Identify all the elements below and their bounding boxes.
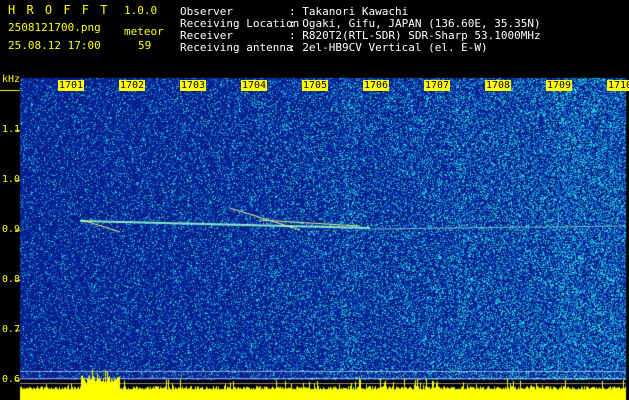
x-tick-label: 1710 (607, 80, 629, 91)
app-version: 1.0.0 (124, 4, 158, 17)
y-tick-label: 0.7 (2, 324, 21, 335)
app-title: H R O F F T (8, 3, 110, 17)
x-tick-label: 1707 (424, 80, 451, 91)
timestamp: 25.08.12 17:00 (8, 39, 101, 52)
counter-label: meteor (124, 25, 164, 38)
x-tick-label: 1701 (58, 80, 85, 91)
x-tick-label: 1709 (546, 80, 573, 91)
x-tick-label: 1704 (241, 80, 268, 91)
file-name: 2508121700.png (8, 21, 101, 34)
x-tick-label: 1702 (119, 80, 146, 91)
y-axis-unit-label: kHz (2, 74, 21, 85)
y-tick-label: 0.8 (2, 274, 21, 285)
y-tick-label: 1.0 (2, 174, 21, 185)
x-tick-label: 1705 (302, 80, 329, 91)
y-tick-label: 1.1 (2, 124, 21, 135)
y-tick-label: 0.6 (2, 374, 21, 385)
x-tick-label: 1703 (180, 80, 207, 91)
x-tick-label: 1708 (485, 80, 512, 91)
info-label-antenna: Receiving antenna (180, 41, 293, 54)
y-tick-label: 0.9 (2, 224, 21, 235)
counter-value: 59 (138, 39, 152, 52)
spectrogram-canvas (0, 0, 629, 400)
info-value-antenna: : 2el-HB9CV Vertical (el. E-W) (289, 41, 488, 54)
x-tick-label: 1706 (363, 80, 390, 91)
